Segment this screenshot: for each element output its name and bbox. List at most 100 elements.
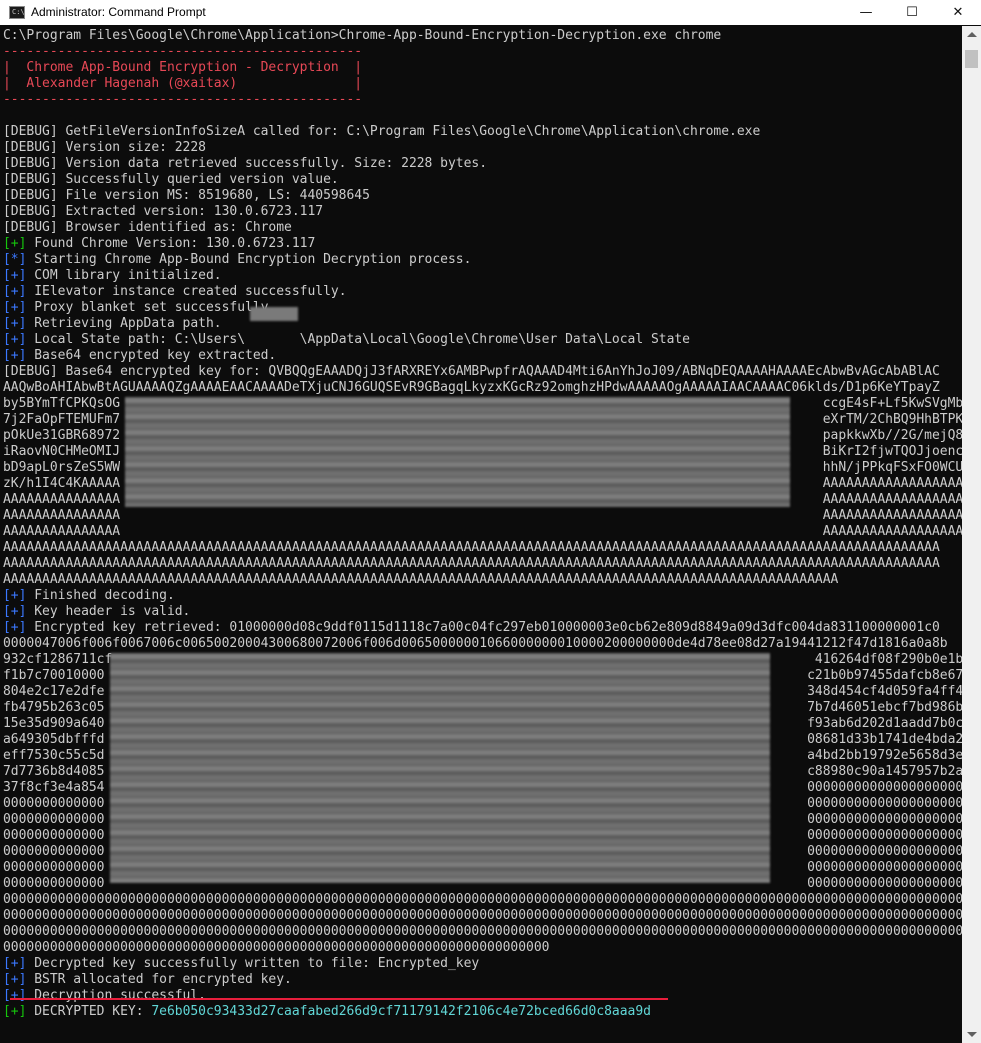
console-text: BSTR allocated for encrypted key. — [26, 972, 292, 987]
title-bar[interactable]: C:\ Administrator: Command Prompt — ☐ ✕ — [0, 0, 981, 25]
status-tag: [+] — [3, 620, 27, 635]
console-line: AAAAAAAAAAAAAAAAAAAAAAAAAAAAAAAAAAAAAAAA… — [3, 556, 940, 572]
console-text: [DEBUG] GetFileVersionInfoSizeA called f… — [3, 124, 761, 139]
status-tag: [+] — [3, 332, 27, 347]
command-prompt-icon-label: C:\ — [12, 8, 25, 16]
console-line: [DEBUG] Extracted version: 130.0.6723.11… — [3, 204, 323, 220]
maximize-button[interactable]: ☐ — [889, 0, 935, 25]
console-line: AAAAAAAAAAAAAAAAAAAAAAAAAAAAAAAAAAAAAAAA… — [3, 540, 940, 556]
console-line: [+] BSTR allocated for encrypted key. — [3, 972, 292, 988]
redacted-block-base64 — [125, 397, 790, 507]
console-text: Decrypted key successfully written to fi… — [26, 956, 480, 971]
console-line: [+] COM library initialized. — [3, 268, 222, 284]
console-text: IElevator instance created successfully. — [26, 284, 347, 299]
decrypted-key-value: 7e6b050c93433d27caafabed266d9cf71179142f… — [151, 1004, 651, 1019]
command-prompt-icon: C:\ — [9, 6, 25, 19]
console-text: 0000000000000000000000000000000000000000… — [3, 940, 550, 955]
console-text: AAAAAAAAAAAAAAAAAAAAAAAAAAAAAAAAAAAAAAAA… — [3, 540, 940, 555]
console-line: 0000000000000000000000000000000000000000… — [3, 892, 962, 908]
console-text: AAAAAAAAAAAAAAA AAAAAAAAAAAAAAAAAAAAAA — [3, 524, 962, 539]
console-text: [DEBUG] Base64 encrypted key for: QVBQQg… — [3, 364, 940, 379]
status-tag: [+] — [3, 236, 27, 251]
console-line: AAAAAAAAAAAAAAA AAAAAAAAAAAAAAAAAAAAAA — [3, 508, 962, 524]
console-text: 0000000000000000000000000000000000000000… — [3, 892, 962, 907]
console-line: | Chrome App-Bound Encryption - Decrypti… — [3, 60, 362, 76]
status-tag: [+] — [3, 972, 27, 987]
window-title: Administrator: Command Prompt — [31, 5, 206, 19]
status-tag: [+] — [3, 284, 27, 299]
console-line: [+] Proxy blanket set successfully. — [3, 300, 276, 316]
console-line: [+] Key header is valid. — [3, 604, 190, 620]
console-line: [DEBUG] Successfully queried version val… — [3, 172, 339, 188]
console-text: ----------------------------------------… — [3, 92, 363, 107]
console-text: AAAAAAAAAAAAAAA AAAAAAAAAAAAAAAAAAAAAA — [3, 508, 962, 523]
console-line: 0000047006f006f0067006c00650020004300680… — [3, 636, 948, 652]
console-line: AAAAAAAAAAAAAAAAAAAAAAAAAAAAAAAAAAAAAAAA… — [3, 572, 838, 588]
scroll-up-arrow-icon[interactable] — [967, 32, 977, 37]
console-line: [+] Decryption successful. — [3, 988, 206, 1004]
console-text: C:\Program Files\Google\Chrome\Applicati… — [3, 28, 722, 43]
console-text: AAQwBoAHIAbwBtAGUAAAAQZgAAAAEAACAAAADeTX… — [3, 380, 940, 395]
console-text: Base64 encrypted key extracted. — [26, 348, 277, 363]
console-line: [+] Retrieving AppData path. — [3, 316, 222, 332]
console-text: Finished decoding. — [26, 588, 175, 603]
console-text: AAAAAAAAAAAAAAAAAAAAAAAAAAAAAAAAAAAAAAAA… — [3, 572, 839, 587]
console-text: Retrieving AppData path. — [26, 316, 222, 331]
console-text: 0000000000000000000000000000000000000000… — [3, 924, 962, 939]
console-line: [+] Found Chrome Version: 130.0.6723.117 — [3, 236, 315, 252]
console-line: [DEBUG] GetFileVersionInfoSizeA called f… — [3, 124, 760, 140]
console-line: C:\Program Files\Google\Chrome\Applicati… — [3, 28, 721, 44]
close-button[interactable]: ✕ — [935, 0, 981, 25]
console-text: [DEBUG] Version data retrieved successfu… — [3, 156, 488, 171]
redacted-block-key — [110, 653, 770, 883]
console-text: Local State path: C:\Users\ \AppData\Loc… — [26, 332, 690, 347]
console-text: Key header is valid. — [26, 604, 191, 619]
console-text: | Alexander Hagenah (@xaitax) | — [3, 76, 363, 91]
console-text: Decryption successful. — [26, 988, 206, 1003]
status-tag: [+] — [3, 268, 27, 283]
console-line: [+] DECRYPTED KEY: 7e6b050c93433d27caafa… — [3, 1004, 651, 1020]
scroll-down-arrow-icon[interactable] — [967, 1032, 977, 1037]
console-text: AAAAAAAAAAAAAAAAAAAAAAAAAAAAAAAAAAAAAAAA… — [3, 556, 940, 571]
console-output[interactable]: C:\Program Files\Google\Chrome\Applicati… — [0, 26, 962, 1043]
console-text: [DEBUG] Browser identified as: Chrome — [3, 220, 292, 235]
console-line: | Alexander Hagenah (@xaitax) | — [3, 76, 362, 92]
console-line: [+] Decrypted key successfully written t… — [3, 956, 479, 972]
console-line: [DEBUG] Version size: 2228 — [3, 140, 206, 156]
minimize-button[interactable]: — — [843, 0, 889, 25]
console-text: 0000000000000000000000000000000000000000… — [3, 908, 962, 923]
status-tag: [+] — [3, 588, 27, 603]
status-tag: [+] — [3, 604, 27, 619]
console-line: ----------------------------------------… — [3, 92, 362, 108]
status-tag: [+] — [3, 1004, 27, 1019]
console-line: [DEBUG] Browser identified as: Chrome — [3, 220, 292, 236]
console-text: Found Chrome Version: 130.0.6723.117 — [26, 236, 316, 251]
console-line: 0000000000000000000000000000000000000000… — [3, 940, 549, 956]
console-line: 0000000000000000000000000000000000000000… — [3, 908, 962, 924]
console-line: [DEBUG] Version data retrieved successfu… — [3, 156, 487, 172]
console-text: [DEBUG] Extracted version: 130.0.6723.11… — [3, 204, 324, 219]
scrollbar-thumb[interactable] — [965, 50, 978, 68]
status-tag: [+] — [3, 300, 27, 315]
console-text: [DEBUG] Successfully queried version val… — [3, 172, 339, 187]
console-line: ----------------------------------------… — [3, 44, 362, 60]
redacted-username — [250, 307, 298, 321]
status-tag: [+] — [3, 316, 27, 331]
console-line: [+] Encrypted key retrieved: 01000000d08… — [3, 620, 940, 636]
console-line: [*] Starting Chrome App-Bound Encryption… — [3, 252, 471, 268]
status-tag: [+] — [3, 956, 27, 971]
status-tag: [+] — [3, 348, 27, 363]
decrypted-key-underline — [10, 998, 668, 1000]
console-text: | Chrome App-Bound Encryption - Decrypti… — [3, 60, 363, 75]
status-tag: [*] — [3, 252, 27, 267]
console-line: AAQwBoAHIAbwBtAGUAAAAQZgAAAAEAACAAAADeTX… — [3, 380, 940, 396]
console-text: DECRYPTED KEY: — [26, 1004, 152, 1019]
console-line: [DEBUG] Base64 encrypted key for: QVBQQg… — [3, 364, 940, 380]
vertical-scrollbar[interactable] — [962, 26, 981, 1043]
console-line: [DEBUG] File version MS: 8519680, LS: 44… — [3, 188, 370, 204]
console-text: Encrypted key retrieved: 01000000d08c9dd… — [26, 620, 940, 635]
console-text: COM library initialized. — [26, 268, 222, 283]
console-text: 0000047006f006f0067006c00650020004300680… — [3, 636, 948, 651]
console-text: Proxy blanket set successfully. — [26, 300, 277, 315]
status-tag: [+] — [3, 988, 27, 1003]
